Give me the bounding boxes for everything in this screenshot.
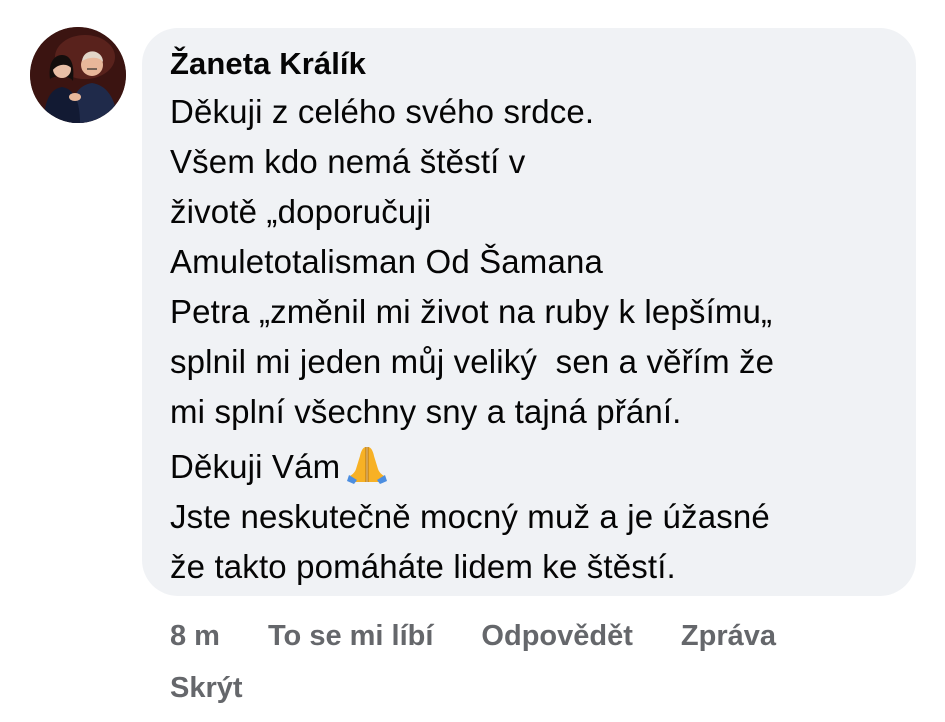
comment-line: životě „doporučuji [170, 193, 432, 230]
comment-line: Děkuji z celého svého srdce. [170, 93, 595, 130]
comment-line: mi splní všechny sny a tajná přání. [170, 393, 682, 430]
comment-line: Všem kdo nemá štěstí v [170, 143, 526, 180]
comment-line: Amuletotalisman Od Šamana [170, 243, 603, 280]
comment-line: že takto pomáháte lidem ke štěstí. [170, 548, 676, 585]
avatar-photo [30, 27, 126, 123]
comment-timestamp[interactable]: 8 m [170, 610, 220, 662]
comment-author[interactable]: Žaneta Králík [170, 45, 916, 83]
message-button[interactable]: Zpráva [681, 610, 776, 662]
hide-button[interactable]: Skrýt [170, 662, 243, 714]
comment-line: splnil mi jeden můj veliký sen a věřím ž… [170, 343, 775, 380]
comment-text: Děkuji z celého svého srdce. Všem kdo ne… [170, 87, 916, 592]
comment-thread: Žaneta Králík Děkuji z celého svého srdc… [0, 0, 945, 722]
avatar[interactable] [30, 27, 126, 123]
praying-hands-icon [346, 444, 388, 484]
comment-line-thanks: Děkuji Vám [170, 442, 916, 492]
comment-line: Jste neskutečně mocný muž a je úžasné [170, 498, 770, 535]
reply-button[interactable]: Odpovědět [481, 610, 632, 662]
comment-line: Petra „změnil mi život na ruby k lepšímu… [170, 293, 773, 330]
like-button[interactable]: To se mi líbí [268, 610, 433, 662]
comment-actions: 8 m To se mi líbí Odpovědět Zpráva Skrýt [170, 610, 910, 714]
thanks-text: Děkuji Vám [170, 448, 341, 485]
comment-bubble: Žaneta Králík Děkuji z celého svého srdc… [142, 28, 916, 596]
